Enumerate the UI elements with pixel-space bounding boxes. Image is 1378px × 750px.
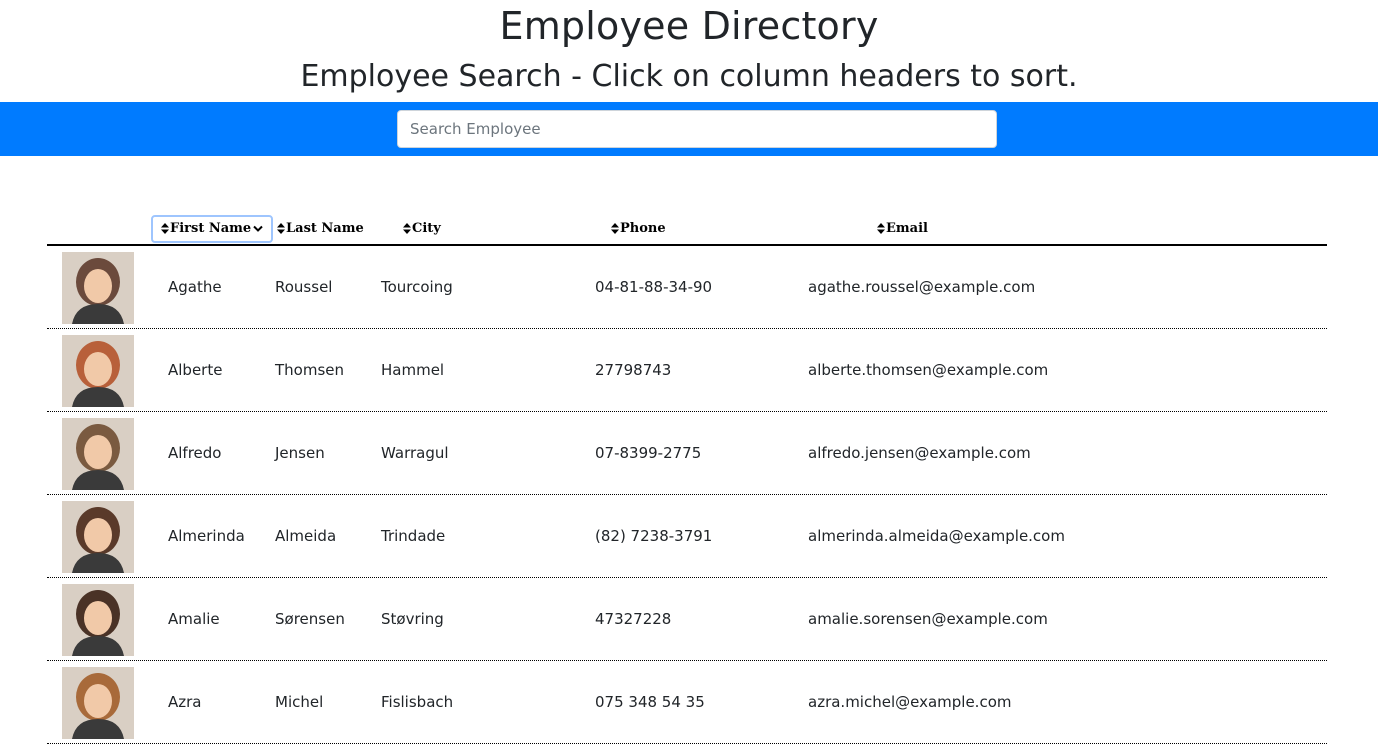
sort-city-button[interactable]: City (401, 216, 443, 242)
email-cell: almerinda.almeida@example.com (808, 527, 1065, 545)
table-row: Almerinda Almeida Trindade (82) 7238-379… (47, 495, 1327, 578)
sort-icon (403, 223, 411, 234)
table-row: Azra Michel Fislisbach 075 348 54 35 azr… (47, 661, 1327, 744)
phone-cell: 075 348 54 35 (595, 693, 705, 711)
last-name-cell: Roussel (275, 278, 333, 296)
avatar (62, 418, 134, 490)
column-label: Email (886, 221, 928, 236)
avatar (62, 584, 134, 656)
column-label: City (412, 221, 441, 236)
sort-phone-button[interactable]: Phone (609, 216, 668, 242)
first-name-cell: Azra (168, 693, 202, 711)
avatar-photo (62, 335, 134, 407)
last-name-cell: Thomsen (275, 361, 345, 379)
avatar (62, 667, 134, 739)
first-name-cell: Amalie (168, 610, 220, 628)
phone-cell: (82) 7238-3791 (595, 527, 713, 545)
city-cell: Hammel (381, 361, 445, 379)
sort-icon (161, 223, 169, 234)
sort-first-name-button[interactable]: First Name (151, 215, 274, 243)
chevron-down-icon (253, 225, 263, 232)
table-row: Alberte Thomsen Hammel 27798743 alberte.… (47, 329, 1327, 412)
city-cell: Fislisbach (381, 693, 454, 711)
email-cell: agathe.roussel@example.com (808, 278, 1036, 296)
city-cell: Warragul (381, 444, 449, 462)
first-name-cell: Agathe (168, 278, 222, 296)
avatar (62, 335, 134, 407)
phone-cell: 47327228 (595, 610, 672, 628)
last-name-cell: Michel (275, 693, 324, 711)
first-name-cell: Almerinda (168, 527, 245, 545)
sort-icon (277, 223, 285, 234)
phone-cell: 07-8399-2775 (595, 444, 702, 462)
phone-cell: 27798743 (595, 361, 672, 379)
email-cell: azra.michel@example.com (808, 693, 1012, 711)
sort-icon (877, 223, 885, 234)
page-subtitle: Employee Search - Click on column header… (300, 59, 1078, 94)
table-body: Agathe Roussel Tourcoing 04-81-88-34-90 … (47, 246, 1327, 744)
sort-email-button[interactable]: Email (875, 216, 930, 242)
sort-last-name-button[interactable]: Last Name (275, 216, 366, 242)
avatar-photo (62, 418, 134, 490)
last-name-cell: Sørensen (275, 610, 345, 628)
first-name-cell: Alfredo (168, 444, 222, 462)
avatar (62, 501, 134, 573)
employee-table: First Name Last Name City Phone Email Ag… (47, 212, 1327, 744)
column-label: First Name (170, 221, 252, 236)
search-bar (0, 102, 1378, 156)
avatar (62, 252, 134, 324)
last-name-cell: Jensen (275, 444, 325, 462)
table-header: First Name Last Name City Phone Email (47, 212, 1327, 246)
last-name-cell: Almeida (275, 527, 337, 545)
first-name-cell: Alberte (168, 361, 223, 379)
email-cell: alberte.thomsen@example.com (808, 361, 1049, 379)
avatar-photo (62, 584, 134, 656)
column-label: Phone (620, 221, 666, 236)
sort-icon (611, 223, 619, 234)
email-cell: alfredo.jensen@example.com (808, 444, 1031, 462)
city-cell: Trindade (381, 527, 446, 545)
table-row: Agathe Roussel Tourcoing 04-81-88-34-90 … (47, 246, 1327, 329)
avatar-photo (62, 501, 134, 573)
phone-cell: 04-81-88-34-90 (595, 278, 713, 296)
column-label: Last Name (286, 221, 364, 236)
table-row: Alfredo Jensen Warragul 07-8399-2775 alf… (47, 412, 1327, 495)
city-cell: Støvring (381, 610, 444, 628)
search-input[interactable] (397, 110, 997, 148)
city-cell: Tourcoing (381, 278, 453, 296)
avatar-photo (62, 252, 134, 324)
table-row: Amalie Sørensen Støvring 47327228 amalie… (47, 578, 1327, 661)
email-cell: amalie.sorensen@example.com (808, 610, 1048, 628)
page-title: Employee Directory (499, 4, 879, 48)
avatar-photo (62, 667, 134, 739)
